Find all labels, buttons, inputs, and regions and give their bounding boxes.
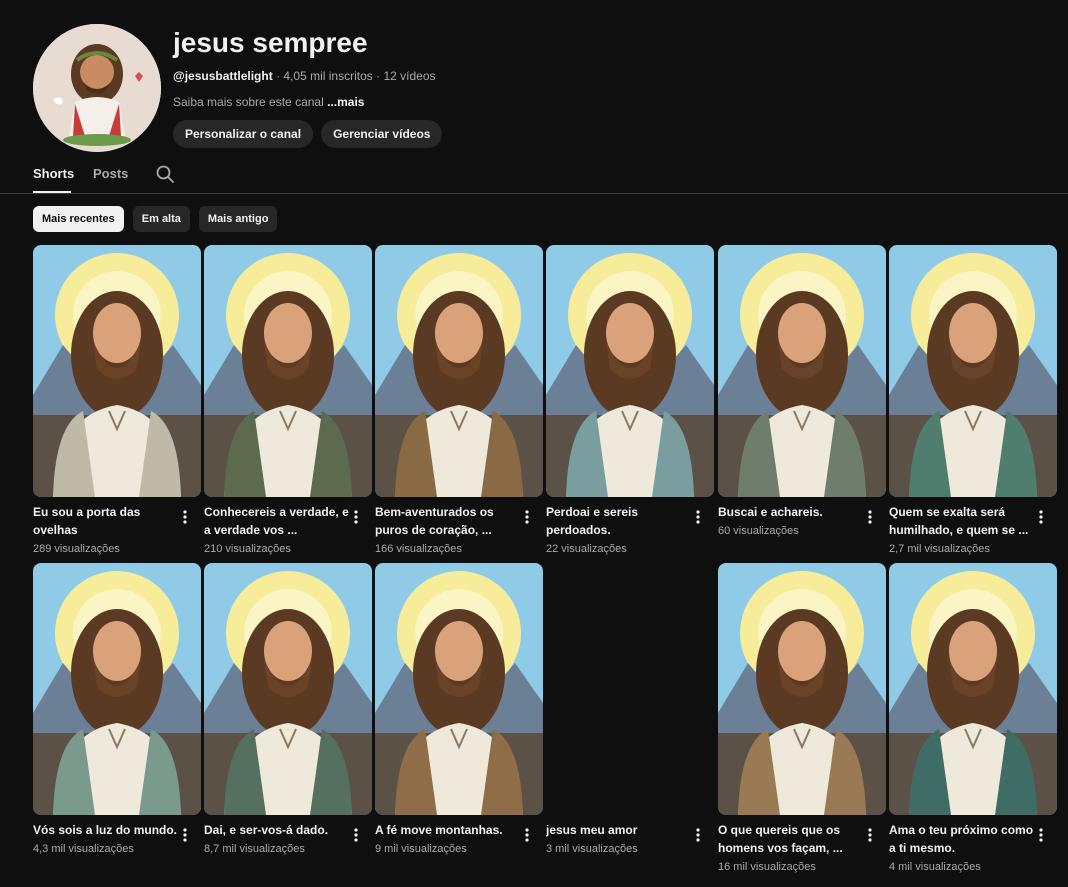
- short-views: 289 visualizações: [33, 543, 120, 555]
- short-title[interactable]: Ama o teu próximo como a ti mesmo.: [889, 821, 1037, 857]
- about-more-link[interactable]: ...mais: [327, 95, 364, 109]
- short-thumbnail[interactable]: [889, 563, 1057, 815]
- short-views: 4,3 mil visualizações: [33, 843, 134, 855]
- search-icon[interactable]: [156, 165, 174, 183]
- channel-header: jesus sempree @jesusbattlelight · 4,05 m…: [33, 24, 1033, 154]
- more-vert-icon[interactable]: [864, 827, 876, 843]
- short-card[interactable]: jesus meu amor 3 mil visualizações: [546, 563, 714, 857]
- channel-handle[interactable]: @jesusbattlelight: [173, 69, 273, 83]
- short-title[interactable]: jesus meu amor: [546, 821, 694, 839]
- channel-tabs: Shorts Posts: [0, 156, 1068, 194]
- filter-oldest[interactable]: Mais antigo: [198, 206, 278, 232]
- short-card[interactable]: Conhecereis a verdade, e a verdade vos .…: [204, 245, 372, 557]
- channel-title: jesus sempree: [173, 27, 368, 58]
- more-vert-icon[interactable]: [179, 509, 191, 525]
- more-vert-icon[interactable]: [521, 509, 533, 525]
- short-thumbnail[interactable]: [546, 245, 714, 497]
- short-thumbnail[interactable]: [375, 563, 543, 815]
- short-views: 9 mil visualizações: [375, 843, 467, 855]
- short-thumbnail[interactable]: [33, 563, 201, 815]
- more-vert-icon[interactable]: [350, 827, 362, 843]
- about-text[interactable]: Saiba mais sobre este canal: [173, 95, 324, 109]
- short-views: 22 visualizações: [546, 543, 627, 555]
- active-tab-indicator: [33, 191, 71, 193]
- more-vert-icon[interactable]: [521, 827, 533, 843]
- short-title[interactable]: Dai, e ser-vos-á dado.: [204, 821, 352, 839]
- short-title[interactable]: Vós sois a luz do mundo.: [33, 821, 181, 839]
- short-thumbnail[interactable]: [204, 245, 372, 497]
- short-views: 2,7 mil visualizações: [889, 543, 990, 555]
- more-vert-icon[interactable]: [350, 509, 362, 525]
- short-title[interactable]: Perdoai e sereis perdoados.: [546, 503, 694, 539]
- channel-about[interactable]: Saiba mais sobre este canal ...mais: [173, 94, 442, 110]
- short-thumbnail[interactable]: [375, 245, 543, 497]
- short-title[interactable]: Conhecereis a verdade, e a verdade vos .…: [204, 503, 352, 539]
- short-title[interactable]: O que quereis que os homens vos façam, .…: [718, 821, 866, 857]
- short-card[interactable]: Ama o teu próximo como a ti mesmo. 4 mil …: [889, 563, 1057, 875]
- tab-posts[interactable]: Posts: [93, 166, 128, 182]
- short-title[interactable]: Bem-aventurados os puros de coração, ...: [375, 503, 523, 539]
- video-count: 12 vídeos: [383, 69, 436, 83]
- short-title[interactable]: Quem se exalta será humilhado, e quem se…: [889, 503, 1037, 539]
- short-views: 166 visualizações: [375, 543, 462, 555]
- more-vert-icon[interactable]: [692, 509, 704, 525]
- filter-latest[interactable]: Mais recentes: [33, 206, 124, 232]
- channel-avatar[interactable]: [33, 24, 161, 152]
- short-views: 4 mil visualizações: [889, 861, 981, 873]
- short-thumbnail[interactable]: [889, 245, 1057, 497]
- short-views: 60 visualizações: [718, 525, 799, 537]
- short-card[interactable]: A fé move montanhas. 9 mil visualizações: [375, 563, 543, 857]
- filter-popular[interactable]: Em alta: [132, 206, 190, 232]
- short-views: 210 visualizações: [204, 543, 291, 555]
- short-card[interactable]: Vós sois a luz do mundo. 4,3 mil visualiz…: [33, 563, 201, 857]
- more-vert-icon[interactable]: [179, 827, 191, 843]
- short-thumbnail[interactable]: [718, 245, 886, 497]
- short-title[interactable]: A fé move montanhas.: [375, 821, 523, 839]
- customize-channel-button[interactable]: Personalizar o canal: [173, 120, 314, 148]
- short-thumbnail[interactable]: [718, 563, 886, 815]
- channel-info: jesus sempree @jesusbattlelight · 4,05 m…: [173, 24, 443, 148]
- short-card[interactable]: Bem-aventurados os puros de coração, ...…: [375, 245, 543, 557]
- subscriber-count: 4,05 mil inscritos: [283, 69, 373, 83]
- short-card[interactable]: Quem se exalta será humilhado, e quem se…: [889, 245, 1057, 557]
- more-vert-icon[interactable]: [1035, 509, 1047, 525]
- tab-shorts[interactable]: Shorts: [33, 166, 74, 182]
- short-views: 16 mil visualizações: [718, 861, 816, 873]
- short-card[interactable]: O que quereis que os homens vos façam, .…: [718, 563, 886, 875]
- more-vert-icon[interactable]: [864, 509, 876, 525]
- short-card[interactable]: Dai, e ser-vos-á dado. 8,7 mil visualizaç…: [204, 563, 372, 857]
- short-title[interactable]: Eu sou a porta das ovelhas: [33, 503, 181, 539]
- short-card[interactable]: Perdoai e sereis perdoados. 22 visualizaç…: [546, 245, 714, 557]
- short-thumbnail[interactable]: [33, 245, 201, 497]
- channel-meta: @jesusbattlelight · 4,05 mil inscritos ·…: [173, 69, 436, 83]
- short-title[interactable]: Buscai e achareis.: [718, 503, 866, 521]
- short-views: 3 mil visualizações: [546, 843, 638, 855]
- more-vert-icon[interactable]: [1035, 827, 1047, 843]
- more-vert-icon[interactable]: [692, 827, 704, 843]
- channel-actions: Personalizar o canal Gerenciar vídeos: [173, 120, 443, 148]
- sort-filters: Mais recentes Em alta Mais antigo: [33, 206, 278, 232]
- short-thumbnail[interactable]: [204, 563, 372, 815]
- short-thumbnail[interactable]: [546, 563, 714, 815]
- short-card[interactable]: Eu sou a porta das ovelhas 289 visualizaç…: [33, 245, 201, 557]
- short-card[interactable]: Buscai e achareis. 60 visualizações: [718, 245, 886, 539]
- short-views: 8,7 mil visualizações: [204, 843, 305, 855]
- manage-videos-button[interactable]: Gerenciar vídeos: [321, 120, 443, 148]
